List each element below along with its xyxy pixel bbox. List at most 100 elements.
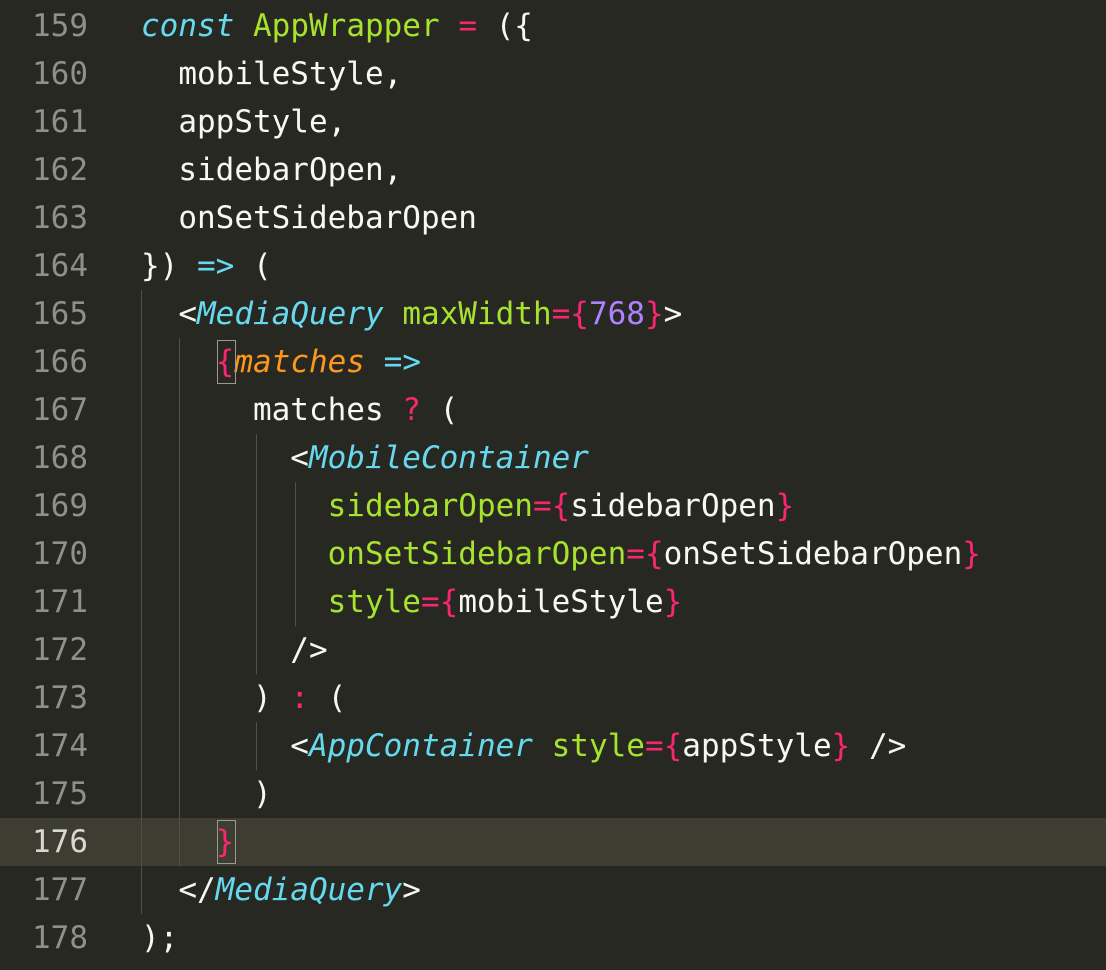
- code-line[interactable]: 178);: [0, 914, 1106, 962]
- code-token: MediaQuery: [215, 872, 403, 908]
- code-token: 768: [588, 296, 645, 332]
- code-line[interactable]: 169 sidebarOpen={sidebarOpen}: [0, 482, 1106, 530]
- code-token: style: [551, 728, 645, 764]
- matching-bracket-highlight: [217, 340, 236, 384]
- code-line[interactable]: 171 style={mobileStyle}: [0, 578, 1106, 626]
- code-token: {: [570, 296, 589, 332]
- code-token: />: [850, 728, 907, 764]
- indent-guide: [179, 338, 180, 866]
- code-token: MobileContainer: [308, 440, 589, 476]
- code-text: mobileStyle,: [141, 50, 402, 98]
- code-line[interactable]: 168 <MobileContainer: [0, 434, 1106, 482]
- code-line[interactable]: 175 ): [0, 770, 1106, 818]
- code-token: }: [775, 488, 795, 524]
- line-number: 176: [32, 824, 88, 860]
- code-line[interactable]: 165 <MediaQuery maxWidth={768}>: [0, 290, 1106, 338]
- code-text: );: [141, 914, 178, 962]
- code-token: AppContainer: [308, 728, 533, 764]
- line-number: 173: [32, 680, 88, 716]
- line-number: 164: [32, 248, 88, 284]
- code-editor[interactable]: 159 const AppWrapper = ({160 mobileStyle,…: [0, 0, 1106, 970]
- code-text: const AppWrapper = ({: [141, 2, 533, 50]
- code-token: sidebarOpen,: [141, 152, 403, 188]
- line-number: 163: [32, 200, 88, 236]
- code-token: }: [644, 296, 664, 332]
- code-token: =: [644, 728, 664, 764]
- code-token: >: [663, 296, 683, 332]
- code-token: =: [458, 8, 477, 44]
- code-token: onSetSidebarOpen: [141, 200, 477, 236]
- code-token: {: [663, 728, 683, 764]
- code-line[interactable]: 173 ) : (: [0, 674, 1106, 722]
- line-number: 160: [32, 56, 88, 92]
- code-line[interactable]: 160 mobileStyle,: [0, 50, 1106, 98]
- code-line[interactable]: 176 }: [0, 818, 1106, 866]
- code-line[interactable]: 162 sidebarOpen,: [0, 146, 1106, 194]
- code-token: (: [308, 680, 347, 716]
- code-token: }: [663, 584, 683, 620]
- code-token: onSetSidebarOpen: [327, 536, 627, 572]
- code-text: </MediaQuery>: [141, 866, 421, 914]
- code-token: <: [141, 440, 309, 476]
- code-token: );: [141, 920, 179, 956]
- line-number: 177: [32, 872, 88, 908]
- code-token: onSetSidebarOpen: [663, 536, 963, 572]
- line-number: 170: [32, 536, 88, 572]
- code-token: }: [962, 536, 981, 572]
- code-token: {: [551, 488, 571, 524]
- code-token: {: [439, 584, 459, 620]
- code-token: ): [141, 776, 272, 812]
- code-token: </: [141, 872, 216, 908]
- code-token: =: [626, 536, 645, 572]
- code-text: matches ? (: [141, 386, 458, 434]
- code-text: sidebarOpen={sidebarOpen}: [141, 482, 795, 530]
- code-line[interactable]: 161 appStyle,: [0, 98, 1106, 146]
- code-line[interactable]: 166 {matches =>: [0, 338, 1106, 386]
- line-number: 169: [32, 488, 88, 524]
- code-line[interactable]: 159 const AppWrapper = ({: [0, 2, 1106, 50]
- indent-guide: [141, 290, 142, 914]
- code-token: }): [141, 248, 197, 284]
- code-token: AppWrapper: [253, 8, 440, 44]
- line-number: 165: [32, 296, 88, 332]
- code-line[interactable]: 164}) => (: [0, 242, 1106, 290]
- code-token: =>: [383, 344, 421, 380]
- code-token: matches: [234, 344, 365, 380]
- code-token: />: [141, 632, 328, 668]
- code-text: onSetSidebarOpen={onSetSidebarOpen}: [141, 530, 981, 578]
- code-line[interactable]: 170 onSetSidebarOpen={onSetSidebarOpen}: [0, 530, 1106, 578]
- code-token: {: [644, 536, 664, 572]
- code-token: :: [290, 680, 309, 716]
- code-text: ) : (: [141, 674, 346, 722]
- code-line[interactable]: 172 />: [0, 626, 1106, 674]
- code-token: ({: [476, 8, 533, 44]
- code-token: <: [141, 728, 309, 764]
- code-text: {matches =>: [141, 338, 421, 386]
- code-text: <MediaQuery maxWidth={768}>: [141, 290, 682, 338]
- code-token: ?: [402, 392, 421, 428]
- indent-guide: [256, 722, 257, 770]
- code-token: }: [831, 728, 851, 764]
- code-token: =: [532, 488, 552, 524]
- code-text: onSetSidebarOpen: [141, 194, 477, 242]
- code-line[interactable]: 177 </MediaQuery>: [0, 866, 1106, 914]
- code-token: mobileStyle: [458, 584, 664, 620]
- code-token: sidebarOpen: [570, 488, 776, 524]
- code-token: (: [420, 392, 459, 428]
- code-token: =: [420, 584, 440, 620]
- code-line[interactable]: 174 <AppContainer style={appStyle} />: [0, 722, 1106, 770]
- code-line[interactable]: 163 onSetSidebarOpen: [0, 194, 1106, 242]
- line-number: 161: [32, 104, 88, 140]
- line-number: 174: [32, 728, 88, 764]
- code-token: style: [327, 584, 421, 620]
- code-token: =>: [197, 248, 235, 284]
- line-number: 162: [32, 152, 88, 188]
- line-number: 175: [32, 776, 88, 812]
- code-line[interactable]: 167 matches ? (: [0, 386, 1106, 434]
